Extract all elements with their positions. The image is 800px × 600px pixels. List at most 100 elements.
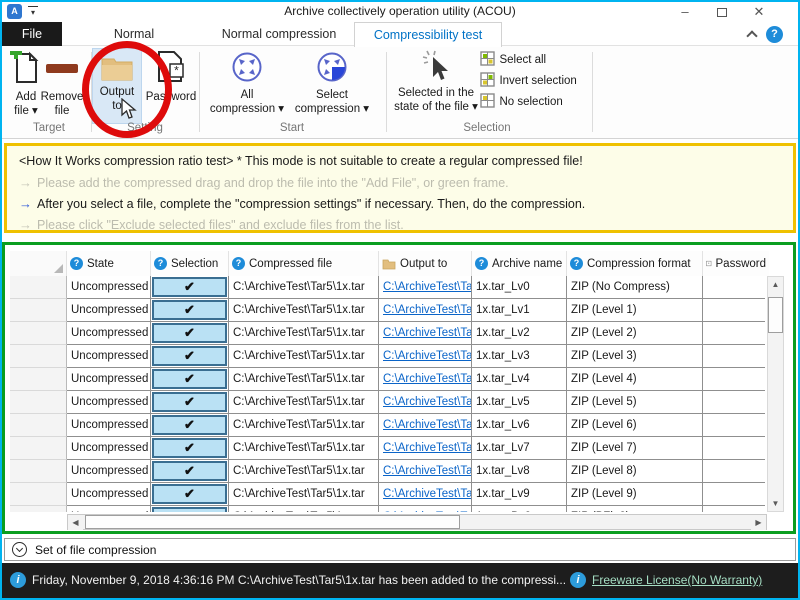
cell-archive-name[interactable]: 1x.tar_Lv6 [472,414,567,437]
cell-compression-format[interactable]: ZIP (No Compress) [567,276,703,299]
selection-checkbox[interactable]: ✔ [152,323,227,343]
output-folder-link[interactable]: C:\ArchiveTest\Tar5 [383,350,472,362]
cell-password[interactable] [703,506,765,512]
selection-checkbox[interactable]: ✔ [152,300,227,320]
all-compression-button[interactable]: All compression ▾ [209,51,285,116]
cell-password[interactable] [703,483,765,506]
select-all-button[interactable]: Select all [480,50,546,70]
cell-compressed-file[interactable]: C:\ArchiveTest\Tar5\1x.tar [229,345,379,368]
cell-output-to[interactable]: C:\ArchiveTest\Tar5 [379,483,472,506]
cell-output-to[interactable]: C:\ArchiveTest\Tar5 [379,345,472,368]
cell-compression-format[interactable]: ZIP (Level 2) [567,322,703,345]
selection-checkbox[interactable]: ✔ [152,415,227,435]
cell-state[interactable]: Uncompressed [67,368,151,391]
invert-selection-button[interactable]: Invert selection [480,71,577,91]
cell-selection[interactable]: ✔ [151,368,229,391]
cell-password[interactable] [703,460,765,483]
tab-normal-extraction[interactable]: Normal extraction [86,22,182,46]
cell-archive-name[interactable]: 1x.tar_Bz2 [472,506,567,512]
minimize-button[interactable]: – [670,2,700,22]
cell-selection[interactable]: ✔ [151,391,229,414]
row-header[interactable] [10,299,67,322]
cell-selection[interactable]: ✔ [151,345,229,368]
cell-password[interactable] [703,345,765,368]
cell-selection[interactable]: ✔ [151,322,229,345]
no-selection-button[interactable]: No selection [480,92,563,112]
cell-output-to[interactable]: C:\ArchiveTest\Tar5 [379,460,472,483]
cell-compressed-file[interactable]: C:\ArchiveTest\Tar5\1x.tar [229,322,379,345]
selection-checkbox[interactable]: ✔ [152,484,227,504]
selection-checkbox[interactable]: ✔ [152,438,227,458]
cell-archive-name[interactable]: 1x.tar_Lv7 [472,437,567,460]
cell-archive-name[interactable]: 1x.tar_Lv5 [472,391,567,414]
cell-password[interactable] [703,391,765,414]
cell-compression-format[interactable]: ZIP (Level 1) [567,299,703,322]
row-header[interactable] [10,506,67,512]
selection-checkbox[interactable]: ✔ [152,461,227,481]
cell-state[interactable]: Uncompressed [67,437,151,460]
row-header[interactable] [10,414,67,437]
cell-archive-name[interactable]: 1x.tar_Lv0 [472,276,567,299]
close-button[interactable]: ✕ [744,2,774,22]
cell-output-to[interactable]: C:\ArchiveTest\Tar5 [379,322,472,345]
cell-selection[interactable]: ✔ [151,276,229,299]
output-folder-link[interactable]: C:\ArchiveTest\Tar5 [383,281,472,293]
selected-state-button[interactable]: Selected in the state of the file ▾ [390,49,482,114]
cell-archive-name[interactable]: 1x.tar_Lv9 [472,483,567,506]
maximize-button[interactable] [707,2,737,22]
cell-compression-format[interactable]: ZIP (Level 5) [567,391,703,414]
horizontal-scroll-thumb[interactable] [85,515,460,529]
row-header[interactable] [10,368,67,391]
scroll-up-icon[interactable]: ▲ [768,277,783,292]
cell-compressed-file[interactable]: C:\ArchiveTest\Tar5\1x.tar [229,506,379,512]
output-to-button[interactable]: Output to [92,48,142,124]
row-header[interactable] [10,391,67,414]
cell-archive-name[interactable]: 1x.tar_Lv3 [472,345,567,368]
cell-compression-format[interactable]: ZIP (Level 6) [567,414,703,437]
remove-file-button[interactable]: Remove file [46,51,84,118]
cell-archive-name[interactable]: 1x.tar_Lv2 [472,322,567,345]
cell-password[interactable] [703,368,765,391]
cell-output-to[interactable]: C:\ArchiveTest\Tar5 [379,414,472,437]
tab-normal-compression[interactable]: Normal compression [219,22,339,46]
cell-state[interactable]: Uncompressed [67,276,151,299]
row-header[interactable] [10,345,67,368]
cell-password[interactable] [703,437,765,460]
cell-output-to[interactable]: C:\ArchiveTest\Tar5 [379,506,472,512]
cell-compressed-file[interactable]: C:\ArchiveTest\Tar5\1x.tar [229,368,379,391]
row-header[interactable] [10,460,67,483]
selection-checkbox[interactable]: ✔ [152,346,227,366]
select-compression-button[interactable]: Select compression ▾ [290,51,374,116]
cell-compression-format[interactable]: ZIP (Level 7) [567,437,703,460]
file-compression-expander[interactable]: Set of file compression [4,538,796,561]
password-button[interactable]: * Password [145,51,197,104]
cell-selection[interactable]: ✔ [151,299,229,322]
cell-output-to[interactable]: C:\ArchiveTest\Tar5 [379,299,472,322]
tab-compressibility-test[interactable]: Compressibility test [354,22,502,47]
header-archive-name[interactable]: ?Archive name [472,251,567,276]
output-folder-link[interactable]: C:\ArchiveTest\Tar5 [383,488,472,500]
cell-selection[interactable]: ✔ [151,437,229,460]
cell-state[interactable]: Uncompressed [67,322,151,345]
cell-compressed-file[interactable]: C:\ArchiveTest\Tar5\1x.tar [229,483,379,506]
cell-compressed-file[interactable]: C:\ArchiveTest\Tar5\1x.tar [229,391,379,414]
cell-state[interactable]: Uncompressed [67,414,151,437]
vertical-scrollbar[interactable]: ▲ ▼ [767,276,784,512]
cell-selection[interactable]: ✔ [151,506,229,512]
cell-output-to[interactable]: C:\ArchiveTest\Tar5 [379,391,472,414]
output-folder-link[interactable]: C:\ArchiveTest\Tar5 [383,465,472,477]
add-file-button[interactable]: Add file ▾ [10,51,42,118]
scroll-down-icon[interactable]: ▼ [768,496,783,511]
vertical-scroll-thumb[interactable] [768,297,783,333]
output-folder-link[interactable]: C:\ArchiveTest\Tar5 [383,373,472,385]
cell-state[interactable]: Uncompressed [67,506,151,512]
row-header[interactable] [10,322,67,345]
horizontal-scrollbar[interactable]: ◀ ▶ [67,514,767,530]
header-password[interactable]: * Password [703,251,769,276]
cell-output-to[interactable]: C:\ArchiveTest\Tar5 [379,368,472,391]
cell-state[interactable]: Uncompressed [67,460,151,483]
cell-state[interactable]: Uncompressed [67,345,151,368]
output-folder-link[interactable]: C:\ArchiveTest\Tar5 [383,327,472,339]
license-link[interactable]: Freeware License(No Warranty) [592,573,762,587]
output-folder-link[interactable]: C:\ArchiveTest\Tar5 [383,396,472,408]
